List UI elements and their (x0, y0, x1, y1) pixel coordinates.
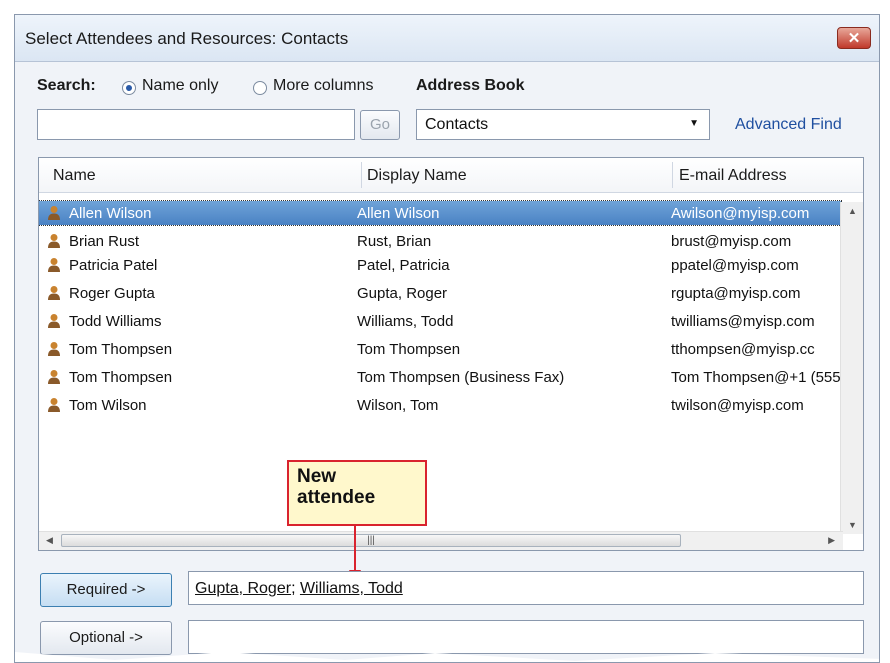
table-row[interactable]: Tom Wilson Wilson, Tom twilson@myisp.com (39, 393, 841, 417)
chevron-down-icon: ▼ (689, 118, 699, 129)
radio-name-only[interactable] (122, 81, 136, 95)
cell-email: ppatel@myisp.com (671, 257, 799, 274)
required-button[interactable]: Required -> (40, 573, 172, 607)
optional-field[interactable] (188, 620, 864, 654)
cell-display-name: Tom Thompsen (Business Fax) (357, 369, 565, 386)
go-button[interactable]: Go (360, 110, 400, 140)
cell-email: rgupta@myisp.com (671, 285, 801, 302)
close-icon: ✕ (847, 30, 861, 47)
cell-email: twilliams@myisp.com (671, 313, 815, 330)
cell-display-name: Allen Wilson (357, 205, 440, 222)
horizontal-scrollbar[interactable]: ◀ ||| ▶ (39, 531, 843, 550)
search-input[interactable] (37, 109, 355, 140)
table-row[interactable]: Todd Williams Williams, Todd twilliams@m… (39, 309, 841, 333)
torn-edge-decoration (15, 652, 879, 662)
cell-display-name: Wilson, Tom (357, 397, 439, 414)
person-icon (48, 342, 60, 356)
person-icon (48, 286, 60, 300)
cell-display-name: Rust, Brian (357, 233, 432, 250)
cell-name: Allen Wilson (69, 205, 152, 222)
address-book-dropdown[interactable]: Contacts ▼ (416, 109, 710, 140)
recipient-name[interactable]: Gupta, Roger (195, 580, 291, 597)
grip-icon: ||| (367, 535, 375, 546)
cell-email: Awilson@myisp.com (671, 205, 810, 222)
column-header-display-name[interactable]: Display Name (367, 167, 467, 185)
column-divider[interactable] (672, 162, 673, 188)
contacts-list[interactable]: Name Display Name E-mail Address Allen W… (38, 157, 864, 551)
advanced-find-link[interactable]: Advanced Find (735, 116, 842, 134)
address-book-selected: Contacts (425, 116, 489, 133)
table-row[interactable]: Patricia Patel Patel, Patricia ppatel@my… (39, 253, 841, 277)
person-icon (48, 370, 60, 384)
required-field[interactable]: Gupta, Roger; Williams, Todd (188, 571, 864, 605)
scroll-right-arrow-icon[interactable]: ▶ (828, 535, 835, 546)
vertical-scrollbar[interactable]: ▲ ▼ (840, 202, 863, 534)
contact-rows: Allen Wilson Allen Wilson Awilson@myisp.… (39, 200, 842, 417)
table-row[interactable]: Tom Thompsen Tom Thompsen tthompsen@myis… (39, 337, 841, 361)
recipient-separator: ; (291, 580, 300, 597)
column-header-name[interactable]: Name (53, 167, 96, 185)
table-row[interactable]: Tom Thompsen Tom Thompsen (Business Fax)… (39, 365, 841, 389)
cell-name: Patricia Patel (69, 257, 158, 274)
person-icon (48, 206, 60, 220)
cell-name: Roger Gupta (69, 285, 155, 302)
search-label: Search: (37, 77, 96, 94)
address-book-label: Address Book (416, 77, 525, 94)
list-header: Name Display Name E-mail Address (39, 158, 863, 193)
cell-email: Tom Thompsen@+1 (555) 555-0111 (671, 369, 841, 386)
cell-display-name: Williams, Todd (357, 313, 454, 330)
close-button[interactable]: ✕ (837, 27, 871, 49)
radio-more-columns[interactable] (253, 81, 267, 95)
table-row[interactable]: Brian Rust Rust, Brian brust@myisp.com (39, 229, 841, 253)
cell-name: Tom Thompsen (69, 369, 173, 386)
scroll-left-arrow-icon[interactable]: ◀ (46, 535, 53, 546)
cell-name: Tom Thompsen (69, 341, 173, 358)
column-divider[interactable] (361, 162, 362, 188)
cell-email: brust@myisp.com (671, 233, 792, 250)
new-attendee-callout: New attendee (287, 460, 427, 526)
recipient-name[interactable]: Williams, Todd (300, 580, 403, 597)
column-header-email[interactable]: E-mail Address (679, 167, 787, 185)
scroll-down-arrow-icon[interactable]: ▼ (848, 520, 857, 530)
cell-display-name: Gupta, Roger (357, 285, 448, 302)
scroll-thumb[interactable]: ||| (61, 534, 681, 547)
table-row[interactable]: Roger Gupta Gupta, Roger rgupta@myisp.co… (39, 281, 841, 305)
radio-more-columns-label: More columns (273, 77, 374, 94)
table-row[interactable]: Allen Wilson Allen Wilson Awilson@myisp.… (39, 200, 842, 226)
dialog-title: Select Attendees and Resources: Contacts (25, 29, 349, 48)
title-bar: Select Attendees and Resources: Contacts… (15, 15, 879, 62)
person-icon (48, 398, 60, 412)
radio-name-only-label: Name only (142, 77, 219, 94)
cell-email: tthompsen@myisp.cc (671, 341, 815, 358)
person-icon (48, 314, 60, 328)
scroll-up-arrow-icon[interactable]: ▲ (848, 206, 857, 216)
cell-display-name: Patel, Patricia (357, 257, 450, 274)
person-icon (48, 258, 60, 272)
cell-email: twilson@myisp.com (671, 397, 804, 414)
select-attendees-dialog: Select Attendees and Resources: Contacts… (14, 14, 880, 663)
person-icon (48, 234, 60, 248)
cell-name: Todd Williams (69, 313, 162, 330)
cell-name: Tom Wilson (69, 397, 147, 414)
cell-name: Brian Rust (69, 233, 140, 250)
cell-display-name: Tom Thompsen (357, 341, 461, 358)
